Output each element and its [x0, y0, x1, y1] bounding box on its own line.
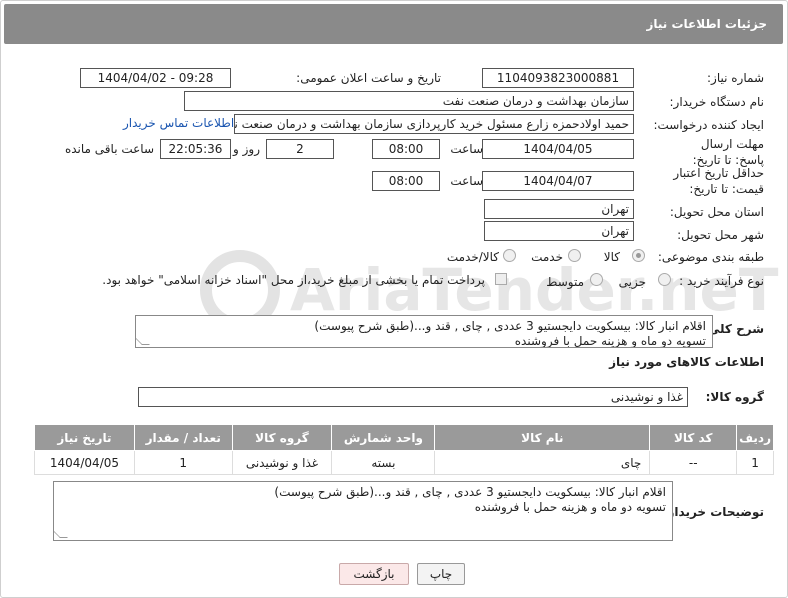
reply-time-label: ساعت: [450, 142, 483, 156]
category-option-goods: کالا: [603, 250, 620, 264]
cell-group: غذا و نوشیدنی: [231, 450, 333, 475]
cell-name: چای: [434, 450, 651, 475]
treasury-payment-checkbox[interactable]: [495, 273, 507, 285]
goods-table: ردیف کد کالا نام کالا واحد شمارش گروه کا…: [34, 424, 774, 475]
remaining-time-field: 22:05:36: [160, 139, 231, 159]
province-field: تهران: [484, 199, 634, 219]
need-number-label: شماره نیاز:: [707, 71, 764, 85]
col-group: گروه کالا: [231, 424, 333, 451]
province-label: استان محل تحویل:: [669, 205, 764, 219]
reply-deadline-label: مهلت ارسال پاسخ: تا تاریخ:: [692, 137, 764, 167]
city-label: شهر محل تحویل:: [677, 228, 764, 242]
col-row: ردیف: [736, 424, 774, 451]
validity-time-label: ساعت: [450, 174, 483, 188]
goods-group-label: گروه کالا:: [705, 390, 764, 404]
page-title: جزئیات اطلاعات نیاز: [646, 17, 767, 31]
page-header: جزئیات اطلاعات نیاز: [4, 4, 783, 44]
table-row: 1 -- چای بسته غذا و نوشیدنی 1 1404/04/05: [34, 450, 774, 475]
general-desc-line-1: اقلام انبار کالا: بیسکویت دایجستیو 3 عدد…: [314, 319, 706, 333]
col-unit: واحد شمارش: [331, 424, 436, 451]
buyer-org-label: نام دستگاه خریدار:: [669, 95, 765, 109]
requester-label: ایجاد کننده درخواست:: [653, 118, 764, 132]
print-button[interactable]: چاپ: [417, 563, 465, 585]
goods-group-field: غذا و نوشیدنی: [138, 387, 688, 407]
reply-date-field: 1404/04/05: [482, 139, 634, 159]
validity-date-field: 1404/04/07: [482, 171, 634, 191]
remaining-label: ساعت باقی مانده: [64, 142, 154, 156]
announce-datetime-label: تاریخ و ساعت اعلان عمومی:: [296, 71, 441, 85]
category-radio-goods-service[interactable]: [503, 249, 516, 262]
requester-field: حمید اولادحمزه زارع مسئول خرید کارپردازی…: [234, 114, 634, 134]
cell-quantity: 1: [133, 450, 233, 475]
goods-info-heading: اطلاعات کالاهای مورد نیاز: [609, 355, 764, 369]
price-validity-label: حداقل تاریخ اعتبار قیمت: تا تاریخ:: [673, 166, 764, 196]
treasury-payment-note: پرداخت تمام یا بخشی از مبلغ خرید،از محل …: [102, 273, 485, 287]
category-label: طبقه بندی موضوعی:: [657, 250, 764, 264]
cell-unit: بسته: [331, 450, 436, 475]
process-radio-minor[interactable]: [658, 273, 671, 286]
city-field: تهران: [484, 221, 634, 241]
category-option-goods-service: کالا/خدمت: [446, 250, 499, 264]
announce-datetime-field: 1404/04/02 - 09:28: [80, 68, 231, 88]
process-radio-medium[interactable]: [590, 273, 603, 286]
col-code: کد کالا: [649, 424, 738, 451]
col-name: نام کالا: [434, 424, 651, 451]
col-quantity: تعداد / مقدار: [133, 424, 233, 451]
goods-table-header-row: ردیف کد کالا نام کالا واحد شمارش گروه کا…: [34, 424, 774, 451]
back-button[interactable]: بازگشت: [339, 563, 409, 585]
process-option-medium: متوسط: [546, 275, 584, 289]
cell-need-date: 1404/04/05: [34, 450, 135, 475]
buyer-notes-line-2: تسویه دو ماه و هزینه حمل با فروشنده: [474, 500, 666, 514]
days-and-label: روز و: [233, 142, 260, 156]
process-option-minor: جزیی: [618, 275, 646, 289]
cell-code: --: [649, 450, 738, 475]
col-need-date: تاریخ نیاز: [34, 424, 135, 451]
general-desc-line-2: تسویه دو ماه و هزینه حمل با فروشنده: [514, 334, 706, 348]
process-type-label: نوع فرآیند خرید :: [679, 274, 764, 288]
buyer-notes-label: توضیحات خریدار:: [662, 505, 764, 519]
buyer-contact-link[interactable]: اطلاعات تماس خریدار: [123, 116, 234, 130]
need-number-field: 1104093823000881: [482, 68, 634, 88]
category-radio-service[interactable]: [568, 249, 581, 262]
resize-handle[interactable]: [54, 530, 68, 538]
buyer-notes-textarea[interactable]: اقلام انبار کالا: بیسکویت دایجستیو 3 عدد…: [53, 481, 673, 541]
reply-days-field: 2: [266, 139, 334, 159]
reply-time-field: 08:00: [372, 139, 440, 159]
buyer-notes-line-1: اقلام انبار کالا: بیسکویت دایجستیو 3 عدد…: [274, 485, 666, 499]
cell-row: 1: [736, 450, 774, 475]
category-radio-goods[interactable]: [632, 249, 645, 262]
buyer-org-field: سازمان بهداشت و درمان صنعت نفت: [184, 91, 634, 111]
general-desc-textarea[interactable]: اقلام انبار کالا: بیسکویت دایجستیو 3 عدد…: [135, 315, 713, 348]
category-option-service: خدمت: [531, 250, 563, 264]
validity-time-field: 08:00: [372, 171, 440, 191]
